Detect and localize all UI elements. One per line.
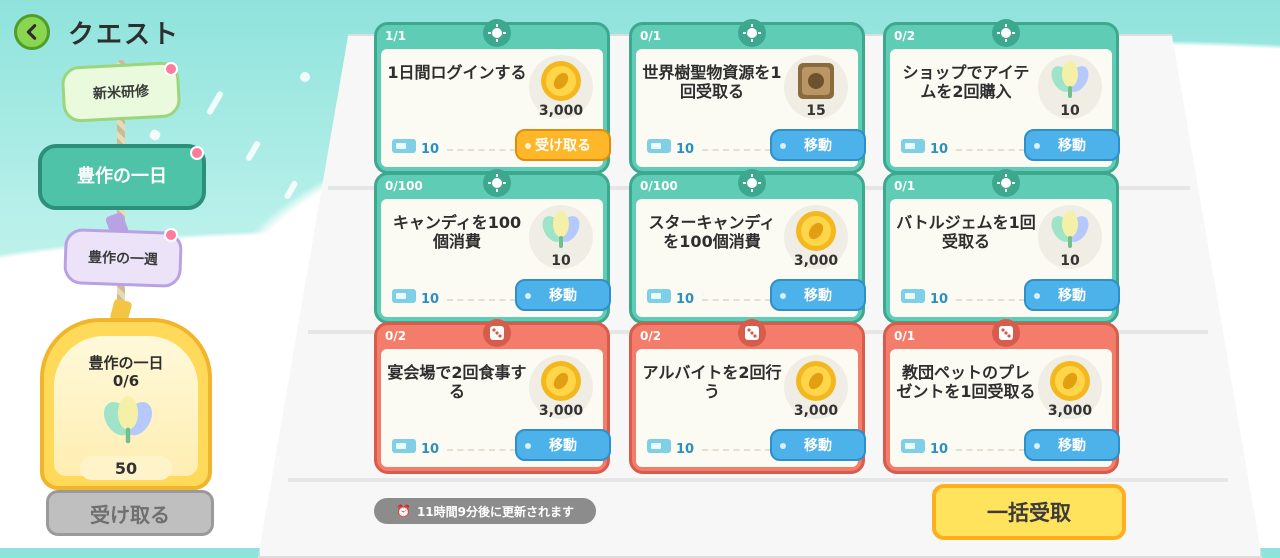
coin-icon <box>539 59 583 103</box>
quest-progress: 0/2 <box>894 29 916 43</box>
quest-progress: 0/2 <box>385 329 407 343</box>
quest-reward-count: 10 <box>551 253 571 269</box>
coin-icon <box>794 209 838 253</box>
quest-progress: 0/2 <box>640 329 662 343</box>
rainbow-leaf-icon <box>1048 59 1092 103</box>
quest-progress: 0/100 <box>640 179 678 193</box>
quest-reward-count: 3,000 <box>538 103 584 119</box>
dice-icon <box>992 319 1020 347</box>
coin-icon <box>794 359 838 403</box>
rainbow-leaf-icon <box>103 396 153 444</box>
quest-xp: 10 <box>676 142 695 157</box>
quest-title: バトルジェムを1回受取る <box>896 213 1036 251</box>
ticket-icon <box>392 139 416 153</box>
quest-title: アルバイトを2回行う <box>642 363 782 401</box>
coin-icon <box>539 359 583 403</box>
quest-xp: 10 <box>930 292 949 307</box>
move-button[interactable]: 移動 <box>515 429 611 461</box>
sun-icon <box>483 19 511 47</box>
quest-card: 0/1 世界樹聖物資源を1回受取る 15 10 移動 <box>629 19 866 174</box>
sun-icon <box>992 169 1020 197</box>
reward-title: 豊作の一日 <box>88 354 164 372</box>
quest-title: ショップでアイテムを2回購入 <box>902 63 1030 101</box>
ticket-icon <box>392 439 416 453</box>
tab-harvest-day[interactable]: 豊作の一日 <box>38 144 206 210</box>
ticket-icon <box>901 289 925 303</box>
sun-icon <box>483 169 511 197</box>
quest-xp: 10 <box>930 142 949 157</box>
quest-title: 宴会場で2回食事する <box>387 363 527 401</box>
quest-card: 0/2 アルバイトを2回行う 3,000 10 移動 <box>629 319 866 474</box>
notification-dot <box>190 146 204 160</box>
quest-reward-count: 3,000 <box>793 403 839 419</box>
chevron-left-icon <box>26 24 37 40</box>
ticket-icon <box>647 439 671 453</box>
claim-milestone-button[interactable]: 受け取る <box>46 490 214 536</box>
quest-reward-count: 15 <box>806 103 826 119</box>
reward-count: 50 <box>80 456 172 480</box>
quest-xp: 10 <box>676 292 695 307</box>
quest-xp: 10 <box>421 142 440 157</box>
sun-icon <box>738 19 766 47</box>
quest-progress: 0/1 <box>894 329 916 343</box>
quest-progress: 0/1 <box>640 29 662 43</box>
quest-reward-count: 10 <box>1060 103 1080 119</box>
move-button[interactable]: 移動 <box>770 429 866 461</box>
ticket-icon <box>392 289 416 303</box>
quest-xp: 10 <box>930 442 949 457</box>
move-button[interactable]: 移動 <box>1024 129 1120 161</box>
quest-xp: 10 <box>676 442 695 457</box>
move-button[interactable]: 移動 <box>770 279 866 311</box>
quest-reward-count: 10 <box>1060 253 1080 269</box>
page-title: クエスト <box>68 20 181 50</box>
quest-card: 0/100 キャンディを100個消費 10 10 移動 <box>374 169 611 324</box>
quest-title: キャンディを100個消費 <box>392 213 522 251</box>
ticket-icon <box>647 139 671 153</box>
milestone-reward-card: 豊作の一日 0/6 50 <box>40 318 212 490</box>
quest-xp: 10 <box>421 442 440 457</box>
move-button[interactable]: 移動 <box>770 129 866 161</box>
quest-progress: 0/100 <box>385 179 423 193</box>
ticket-icon <box>901 139 925 153</box>
notification-dot <box>164 228 178 242</box>
sun-icon <box>738 169 766 197</box>
quest-progress: 1/1 <box>385 29 407 43</box>
quest-title: 1日間ログインする <box>387 63 527 82</box>
claim-button[interactable]: 受け取る <box>515 129 611 161</box>
coin-icon <box>1048 359 1092 403</box>
quest-reward-count: 3,000 <box>793 253 839 269</box>
rainbow-leaf-icon <box>539 209 583 253</box>
quest-title: スターキャンディを100個消費 <box>648 213 776 251</box>
quest-card: 0/1 教団ペットのプレゼントを1回受取る 3,000 10 移動 <box>883 319 1120 474</box>
ticket-icon <box>647 289 671 303</box>
notification-dot <box>164 62 178 76</box>
reward-progress: 0/6 <box>112 372 140 390</box>
quest-reward-count: 3,000 <box>538 403 584 419</box>
quest-title: 教団ペットのプレゼントを1回受取る <box>896 363 1036 401</box>
move-button[interactable]: 移動 <box>1024 279 1120 311</box>
quest-card: 1/1 1日間ログインする 3,000 10 受け取る <box>374 19 611 174</box>
dice-icon <box>483 319 511 347</box>
quest-xp: 10 <box>421 292 440 307</box>
move-button[interactable]: 移動 <box>1024 429 1120 461</box>
relic-box-icon <box>794 59 838 103</box>
refresh-notice-text: 11時間9分後に更新されます <box>416 504 574 519</box>
clock-icon: ⏰ <box>395 504 411 518</box>
back-button[interactable] <box>14 14 50 50</box>
move-button[interactable]: 移動 <box>515 279 611 311</box>
dice-icon <box>738 319 766 347</box>
quest-card: 0/2 ショップでアイテムを2回購入 10 10 移動 <box>883 19 1120 174</box>
sun-icon <box>992 19 1020 47</box>
refresh-notice: ⏰ 11時間9分後に更新されます <box>374 498 596 524</box>
quest-title: 世界樹聖物資源を1回受取る <box>642 63 782 101</box>
quest-card: 0/1 バトルジェムを1回受取る 10 10 移動 <box>883 169 1120 324</box>
claim-all-button[interactable]: 一括受取 <box>932 484 1126 540</box>
quest-card: 0/100 スターキャンディを100個消費 3,000 10 移動 <box>629 169 866 324</box>
rainbow-leaf-icon <box>1048 209 1092 253</box>
ticket-icon <box>901 439 925 453</box>
quest-card: 0/2 宴会場で2回食事する 3,000 10 移動 <box>374 319 611 474</box>
quest-reward-count: 3,000 <box>1047 403 1093 419</box>
quest-progress: 0/1 <box>894 179 916 193</box>
